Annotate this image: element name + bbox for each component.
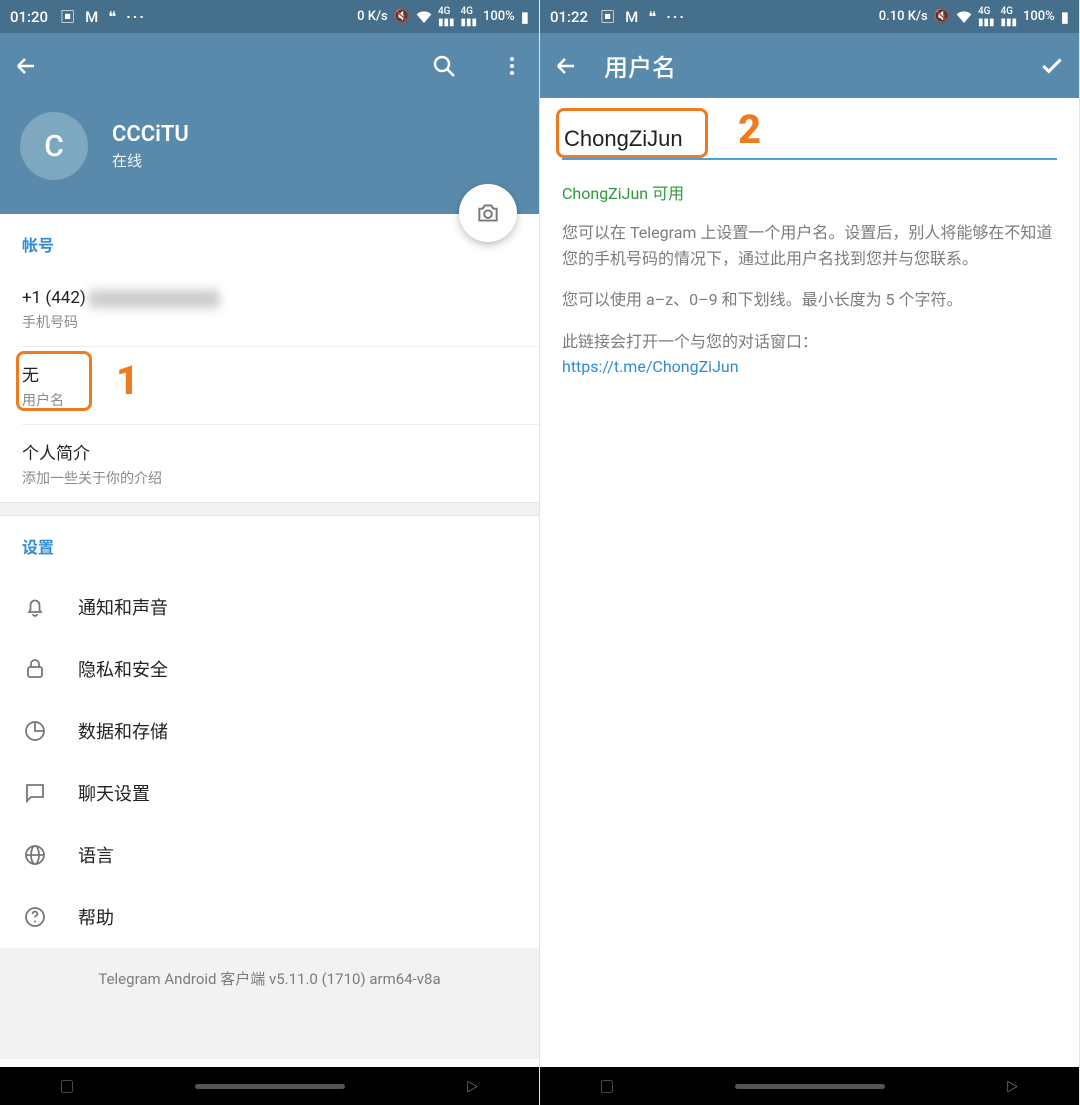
account-title: 帐号 bbox=[22, 232, 517, 256]
section-divider bbox=[0, 502, 539, 516]
avatar[interactable]: C bbox=[20, 112, 88, 180]
phone-masked bbox=[90, 290, 220, 308]
lock-icon bbox=[22, 656, 48, 682]
username-field-wrap: 2 bbox=[562, 120, 1057, 160]
settings-section-header: 设置 bbox=[0, 516, 539, 576]
bio-row[interactable]: 个人简介 添加一些关于你的介绍 bbox=[0, 425, 539, 502]
help-icon bbox=[22, 904, 48, 930]
more-notifications-icon: ··· bbox=[126, 8, 146, 26]
bio-value: 个人简介 bbox=[22, 439, 517, 464]
nav-pill[interactable] bbox=[735, 1084, 885, 1089]
annotation-number-2: 2 bbox=[738, 106, 761, 153]
nav-recent[interactable]: ▢ bbox=[601, 1078, 613, 1095]
settings-label: 帮助 bbox=[78, 904, 114, 930]
hangouts-icon: ❝ bbox=[648, 8, 656, 26]
annotation-number-1: 1 bbox=[116, 357, 139, 404]
settings-row-language[interactable]: 语言 bbox=[0, 824, 539, 886]
username-row[interactable]: 无 用户名 1 bbox=[0, 347, 539, 424]
settings-row-help[interactable]: 帮助 bbox=[0, 886, 539, 948]
menu-more-button[interactable] bbox=[499, 53, 525, 79]
settings-label: 聊天设置 bbox=[78, 780, 150, 806]
nav-back[interactable]: ▷ bbox=[1006, 1078, 1018, 1095]
profile-header: C CCCiTU 在线 bbox=[0, 98, 539, 214]
nav-back[interactable]: ▷ bbox=[466, 1078, 478, 1095]
android-navbar: ▢ ▷ bbox=[540, 1067, 1079, 1105]
content-scroll[interactable]: 帐号 +1 (442) 手机号码 无 用户名 1 个人简介 添加一些关于你的介绍… bbox=[0, 214, 539, 1105]
bell-icon bbox=[22, 594, 48, 620]
settings-row-notifications[interactable]: 通知和声音 bbox=[0, 576, 539, 638]
bio-hint: 添加一些关于你的介绍 bbox=[22, 468, 517, 488]
phone-row[interactable]: +1 (442) 手机号码 bbox=[0, 274, 539, 346]
nav-pill[interactable] bbox=[195, 1084, 345, 1089]
annotation-highlight-1 bbox=[16, 351, 92, 411]
settings-row-privacy[interactable]: 隐私和安全 bbox=[0, 638, 539, 700]
signal-icon: 4G▮▮▮ bbox=[438, 6, 455, 28]
account-section-header: 帐号 bbox=[0, 214, 539, 274]
app-bar: 用户名 bbox=[540, 33, 1079, 98]
signal2-icon: 4G▮▮▮ bbox=[460, 6, 477, 28]
camera-fab[interactable] bbox=[459, 184, 517, 242]
status-time: 01:20 bbox=[10, 8, 48, 26]
status-left-icons: ▣ M ❝ ··· bbox=[600, 6, 686, 27]
back-button[interactable] bbox=[14, 54, 38, 78]
gallery-icon: ▣ bbox=[60, 6, 75, 27]
nav-recent[interactable]: ▢ bbox=[61, 1078, 73, 1095]
username-help-3: 此链接会打开一个与您的对话窗口： https://t.me/ChongZiJun bbox=[562, 329, 1057, 380]
annotation-highlight-2 bbox=[556, 108, 708, 158]
chat-icon bbox=[22, 780, 48, 806]
settings-label: 数据和存储 bbox=[78, 718, 168, 744]
gallery-icon: ▣ bbox=[600, 6, 615, 27]
status-time: 01:22 bbox=[550, 8, 588, 26]
status-right-icons: 0.10 K/s 🔇 4G▮▮▮ 4G▮▮▮ 100% ▮ bbox=[879, 6, 1069, 28]
status-right-icons: 0 K/s 🔇 4G▮▮▮ 4G▮▮▮ 100% ▮ bbox=[357, 6, 529, 28]
wifi-icon bbox=[416, 11, 432, 23]
wifi-icon bbox=[956, 11, 972, 23]
hangouts-icon: ❝ bbox=[108, 8, 116, 26]
globe-icon bbox=[22, 842, 48, 868]
profile-status: 在线 bbox=[112, 150, 189, 171]
settings-row-chat[interactable]: 聊天设置 bbox=[0, 762, 539, 824]
status-left-icons: ▣ M ❝ ··· bbox=[60, 6, 146, 27]
username-help-1: 您可以在 Telegram 上设置一个用户名。设置后，别人将能够在不知道您的手机… bbox=[562, 220, 1057, 271]
back-button[interactable] bbox=[554, 54, 578, 78]
network-speed: 0.10 K/s bbox=[879, 9, 928, 24]
battery-text: 100% bbox=[483, 9, 515, 24]
content: 2 ChongZiJun 可用 您可以在 Telegram 上设置一个用户名。设… bbox=[540, 98, 1079, 1105]
settings-title: 设置 bbox=[22, 534, 517, 558]
battery-text: 100% bbox=[1023, 9, 1055, 24]
phone-label: 手机号码 bbox=[22, 312, 517, 332]
signal-icon: 4G▮▮▮ bbox=[978, 6, 995, 28]
more-notifications-icon: ··· bbox=[666, 8, 686, 26]
status-bar: 01:20 ▣ M ❝ ··· 0 K/s 🔇 4G▮▮▮ 4G▮▮▮ 100%… bbox=[0, 0, 539, 33]
gmail-icon: M bbox=[625, 8, 638, 26]
app-bar bbox=[0, 33, 539, 98]
mute-icon: 🔇 bbox=[394, 9, 410, 24]
username-help-2: 您可以使用 a–z、0–9 和下划线。最小长度为 5 个字符。 bbox=[562, 287, 1057, 313]
settings-label: 语言 bbox=[78, 842, 114, 868]
battery-icon: ▮ bbox=[521, 8, 529, 26]
settings-label: 隐私和安全 bbox=[78, 656, 168, 682]
search-button[interactable] bbox=[431, 53, 457, 79]
android-navbar: ▢ ▷ bbox=[0, 1067, 539, 1105]
page-title: 用户名 bbox=[604, 48, 676, 83]
right-phone: 01:22 ▣ M ❝ ··· 0.10 K/s 🔇 4G▮▮▮ 4G▮▮▮ 1… bbox=[540, 0, 1080, 1105]
username-value: 无 bbox=[22, 361, 517, 386]
profile-name: CCCiTU bbox=[112, 122, 189, 147]
network-speed: 0 K/s bbox=[357, 9, 388, 24]
data-icon bbox=[22, 718, 48, 744]
version-footer: Telegram Android 客户端 v5.11.0 (1710) arm6… bbox=[0, 948, 539, 1059]
username-link[interactable]: https://t.me/ChongZiJun bbox=[562, 357, 739, 376]
left-phone: 01:20 ▣ M ❝ ··· 0 K/s 🔇 4G▮▮▮ 4G▮▮▮ 100%… bbox=[0, 0, 540, 1105]
settings-label: 通知和声音 bbox=[78, 594, 168, 620]
settings-row-data[interactable]: 数据和存储 bbox=[0, 700, 539, 762]
username-availability: ChongZiJun 可用 bbox=[562, 180, 1057, 204]
confirm-button[interactable] bbox=[1039, 53, 1065, 79]
username-label: 用户名 bbox=[22, 390, 517, 410]
gmail-icon: M bbox=[85, 8, 98, 26]
mute-icon: 🔇 bbox=[934, 9, 950, 24]
status-bar: 01:22 ▣ M ❝ ··· 0.10 K/s 🔇 4G▮▮▮ 4G▮▮▮ 1… bbox=[540, 0, 1079, 33]
battery-icon: ▮ bbox=[1061, 8, 1069, 26]
signal2-icon: 4G▮▮▮ bbox=[1000, 6, 1017, 28]
phone-value: +1 (442) bbox=[22, 288, 517, 308]
